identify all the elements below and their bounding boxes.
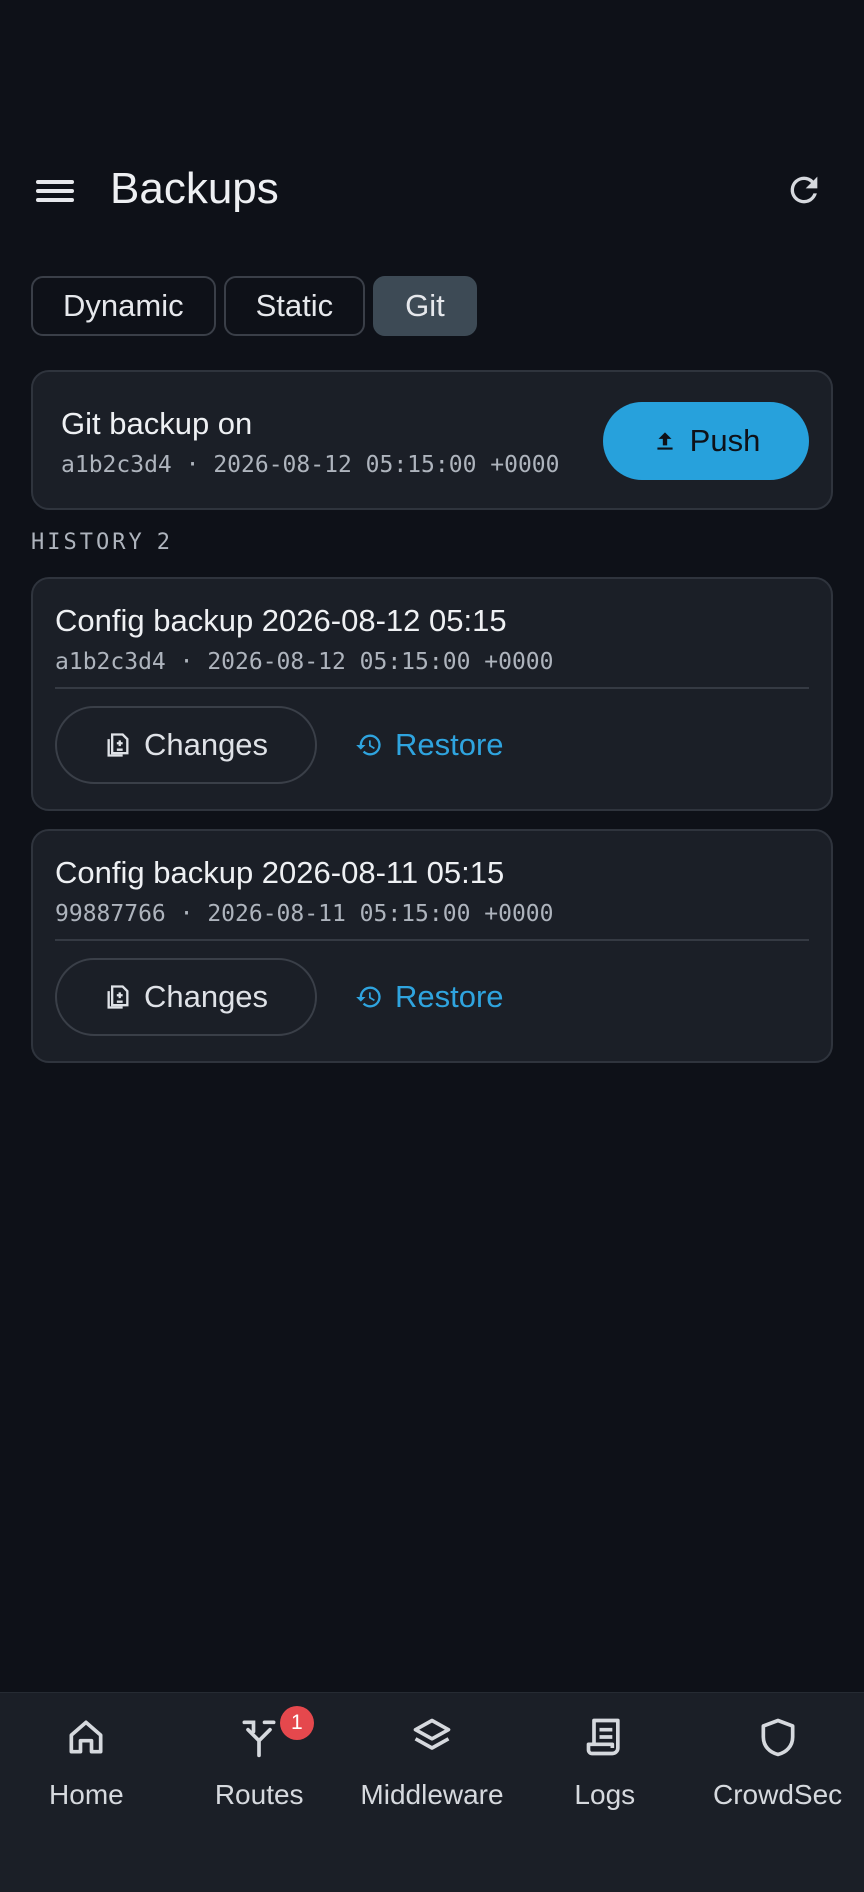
page-title: Backups (110, 164, 279, 213)
divider (55, 939, 809, 941)
nav-item-routes[interactable]: 1 Routes (173, 1693, 346, 1892)
history-item-title: Config backup 2026-08-12 05:15 (55, 603, 507, 638)
backup-type-tabs: Dynamic Static Git (31, 276, 477, 336)
nav-item-home[interactable]: Home (0, 1693, 173, 1892)
logs-icon (586, 1718, 620, 1756)
push-button[interactable]: Push (603, 402, 809, 480)
history-item: Config backup 2026-08-12 05:15 a1b2c3d4 … (31, 577, 833, 811)
nav-item-logs[interactable]: Logs (518, 1693, 691, 1892)
layers-icon (413, 1718, 451, 1750)
restore-label: Restore (395, 979, 504, 1014)
nav-item-crowdsec[interactable]: CrowdSec (691, 1693, 864, 1892)
restore-button[interactable]: Restore (355, 706, 504, 784)
upload-icon (657, 432, 673, 450)
routes-icon (242, 1720, 276, 1758)
tab-static[interactable]: Static (223, 276, 366, 336)
restore-label: Restore (395, 727, 504, 762)
routes-badge: 1 (279, 1706, 314, 1740)
tab-git[interactable]: Git (373, 276, 477, 336)
restore-button[interactable]: Restore (355, 958, 504, 1036)
history-section-label: HISTORY 2 (31, 530, 173, 555)
git-status-commit: a1b2c3d4 · 2026-08-12 05:15:00 +0000 (61, 452, 560, 478)
nav-label-crowdsec: CrowdSec (713, 1779, 843, 1810)
divider (55, 687, 809, 689)
git-status-card: Git backup on a1b2c3d4 · 2026-08-12 05:1… (31, 370, 833, 510)
push-label: Push (689, 423, 761, 458)
bottom-nav: Home 1 Routes Middleware Logs CrowdSec (0, 1692, 864, 1892)
refresh-icon[interactable] (784, 170, 824, 210)
nav-label-routes: Routes (214, 1779, 304, 1810)
changes-label: Changes (143, 727, 269, 762)
nav-label-middleware: Middleware (360, 1779, 504, 1810)
history-icon (356, 986, 381, 1008)
git-status-title: Git backup on (61, 406, 253, 441)
nav-item-middleware[interactable]: Middleware (346, 1693, 519, 1892)
diff-icon (107, 985, 129, 1009)
changes-button[interactable]: Changes (55, 958, 317, 1036)
changes-label: Changes (143, 979, 269, 1014)
home-icon (69, 1720, 103, 1754)
diff-icon (107, 733, 129, 757)
changes-button[interactable]: Changes (55, 706, 317, 784)
app-header: Backups (0, 150, 864, 230)
tab-dynamic[interactable]: Dynamic (31, 276, 216, 336)
shield-icon (761, 1718, 795, 1757)
history-item: Config backup 2026-08-11 05:15 99887766 … (31, 829, 833, 1063)
history-item-commit: 99887766 · 2026-08-11 05:15:00 +0000 (55, 901, 554, 927)
menu-icon[interactable] (36, 174, 74, 206)
history-count: 2 (156, 530, 173, 555)
history-label: HISTORY (31, 530, 145, 555)
nav-label-home: Home (49, 1779, 124, 1810)
nav-label-logs: Logs (574, 1779, 636, 1810)
history-item-commit: a1b2c3d4 · 2026-08-12 05:15:00 +0000 (55, 649, 554, 675)
history-item-title: Config backup 2026-08-11 05:15 (55, 855, 505, 890)
history-icon (356, 734, 381, 756)
